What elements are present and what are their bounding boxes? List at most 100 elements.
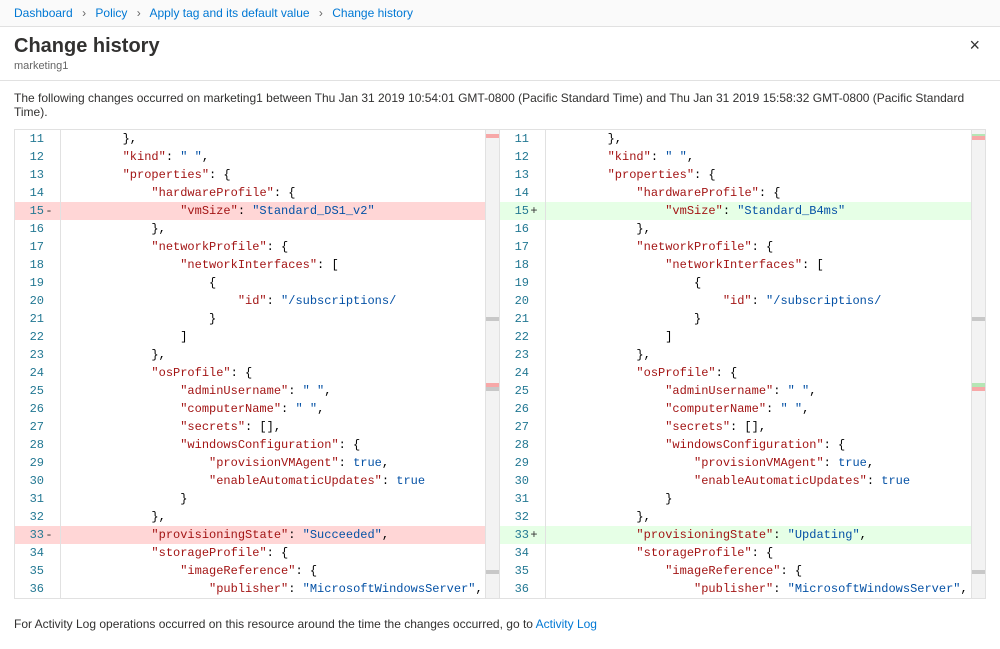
- code-content: "hardwareProfile": {: [546, 184, 971, 202]
- code-line[interactable]: 15+ "vmSize": "Standard_B4ms": [500, 202, 971, 220]
- code-line[interactable]: 11 },: [500, 130, 971, 148]
- line-number: 25: [15, 382, 61, 400]
- code-line[interactable]: 36 "publisher": "MicrosoftWindowsServer"…: [15, 580, 485, 598]
- line-number: 14: [15, 184, 61, 202]
- code-line[interactable]: 27 "secrets": [],: [500, 418, 971, 436]
- code-line[interactable]: 16 },: [15, 220, 485, 238]
- code-content: "vmSize": "Standard_DS1_v2": [61, 202, 485, 220]
- close-button[interactable]: ×: [963, 35, 986, 56]
- code-line[interactable]: 33+ "provisioningState": "Updating",: [500, 526, 971, 544]
- line-number: 25: [500, 382, 546, 400]
- code-content: },: [546, 346, 971, 364]
- diff-pane-left[interactable]: 11 },12 "kind": " ",13 "properties": {14…: [14, 129, 500, 599]
- code-line[interactable]: 35 "imageReference": {: [500, 562, 971, 580]
- code-line[interactable]: 14 "hardwareProfile": {: [500, 184, 971, 202]
- code-line[interactable]: 21 }: [15, 310, 485, 328]
- code-line[interactable]: 17 "networkProfile": {: [15, 238, 485, 256]
- page-subtitle: marketing1: [14, 60, 160, 72]
- minimap[interactable]: [971, 130, 985, 598]
- code-content: },: [61, 220, 485, 238]
- code-line[interactable]: 32 },: [500, 508, 971, 526]
- code-line[interactable]: 20 "id": "/subscriptions/: [15, 292, 485, 310]
- code-line[interactable]: 21 }: [500, 310, 971, 328]
- code-content: "osProfile": {: [61, 364, 485, 382]
- code-content: "secrets": [],: [61, 418, 485, 436]
- breadcrumb-item[interactable]: Policy: [95, 6, 127, 20]
- code-line[interactable]: 25 "adminUsername": " ",: [15, 382, 485, 400]
- line-number: 33-: [15, 526, 61, 544]
- code-content: },: [61, 130, 485, 148]
- code-line[interactable]: 11 },: [15, 130, 485, 148]
- code-line[interactable]: 23 },: [15, 346, 485, 364]
- code-content: "computerName": " ",: [61, 400, 485, 418]
- code-line[interactable]: 23 },: [500, 346, 971, 364]
- code-line[interactable]: 12 "kind": " ",: [500, 148, 971, 166]
- code-line[interactable]: 17 "networkProfile": {: [500, 238, 971, 256]
- breadcrumb-item[interactable]: Change history: [332, 6, 413, 20]
- code-line[interactable]: 19 {: [500, 274, 971, 292]
- chevron-right-icon: ›: [313, 6, 329, 20]
- code-line[interactable]: 22 ]: [500, 328, 971, 346]
- code-line[interactable]: 29 "provisionVMAgent": true,: [15, 454, 485, 472]
- line-number: 35: [15, 562, 61, 580]
- line-number: 32: [15, 508, 61, 526]
- line-number: 11: [500, 130, 546, 148]
- activity-log-link[interactable]: Activity Log: [536, 617, 597, 631]
- code-line[interactable]: 22 ]: [15, 328, 485, 346]
- code-line[interactable]: 35 "imageReference": {: [15, 562, 485, 580]
- code-line[interactable]: 15- "vmSize": "Standard_DS1_v2": [15, 202, 485, 220]
- code-line[interactable]: 30 "enableAutomaticUpdates": true: [15, 472, 485, 490]
- line-number: 36: [15, 580, 61, 598]
- code-line[interactable]: 18 "networkInterfaces": [: [500, 256, 971, 274]
- code-content: "adminUsername": " ",: [546, 382, 971, 400]
- code-line[interactable]: 29 "provisionVMAgent": true,: [500, 454, 971, 472]
- code-content: "kind": " ",: [61, 148, 485, 166]
- code-content: "storageProfile": {: [546, 544, 971, 562]
- code-line[interactable]: 18 "networkInterfaces": [: [15, 256, 485, 274]
- line-number: 27: [500, 418, 546, 436]
- code-line[interactable]: 26 "computerName": " ",: [500, 400, 971, 418]
- code-line[interactable]: 24 "osProfile": {: [500, 364, 971, 382]
- line-number: 13: [15, 166, 61, 184]
- code-content: ]: [546, 328, 971, 346]
- code-line[interactable]: 19 {: [15, 274, 485, 292]
- code-line[interactable]: 20 "id": "/subscriptions/: [500, 292, 971, 310]
- line-number: 29: [500, 454, 546, 472]
- code-content: "networkInterfaces": [: [61, 256, 485, 274]
- breadcrumb-item[interactable]: Dashboard: [14, 6, 73, 20]
- line-number: 18: [500, 256, 546, 274]
- code-line[interactable]: 27 "secrets": [],: [15, 418, 485, 436]
- code-line[interactable]: 34 "storageProfile": {: [15, 544, 485, 562]
- code-content: }: [61, 490, 485, 508]
- code-line[interactable]: 31 }: [500, 490, 971, 508]
- change-summary-text: The following changes occurred on market…: [0, 81, 1000, 129]
- code-line[interactable]: 32 },: [15, 508, 485, 526]
- line-number: 21: [15, 310, 61, 328]
- code-line[interactable]: 16 },: [500, 220, 971, 238]
- code-content: }: [546, 490, 971, 508]
- code-content: "provisionVMAgent": true,: [546, 454, 971, 472]
- code-line[interactable]: 30 "enableAutomaticUpdates": true: [500, 472, 971, 490]
- breadcrumb-item[interactable]: Apply tag and its default value: [149, 6, 309, 20]
- code-content: "kind": " ",: [546, 148, 971, 166]
- code-line[interactable]: 13 "properties": {: [500, 166, 971, 184]
- code-line[interactable]: 33- "provisioningState": "Succeeded",: [15, 526, 485, 544]
- code-line[interactable]: 24 "osProfile": {: [15, 364, 485, 382]
- line-number: 16: [500, 220, 546, 238]
- code-line[interactable]: 28 "windowsConfiguration": {: [500, 436, 971, 454]
- code-line[interactable]: 25 "adminUsername": " ",: [500, 382, 971, 400]
- code-line[interactable]: 12 "kind": " ",: [15, 148, 485, 166]
- code-content: "windowsConfiguration": {: [61, 436, 485, 454]
- code-line[interactable]: 26 "computerName": " ",: [15, 400, 485, 418]
- line-number: 31: [500, 490, 546, 508]
- code-line[interactable]: 14 "hardwareProfile": {: [15, 184, 485, 202]
- diff-pane-right[interactable]: 11 },12 "kind": " ",13 "properties": {14…: [500, 129, 986, 599]
- code-line[interactable]: 28 "windowsConfiguration": {: [15, 436, 485, 454]
- code-line[interactable]: 36 "publisher": "MicrosoftWindowsServer"…: [500, 580, 971, 598]
- code-content: }: [61, 310, 485, 328]
- minimap[interactable]: [485, 130, 499, 598]
- code-line[interactable]: 34 "storageProfile": {: [500, 544, 971, 562]
- code-line[interactable]: 31 }: [15, 490, 485, 508]
- code-line[interactable]: 13 "properties": {: [15, 166, 485, 184]
- code-content: "windowsConfiguration": {: [546, 436, 971, 454]
